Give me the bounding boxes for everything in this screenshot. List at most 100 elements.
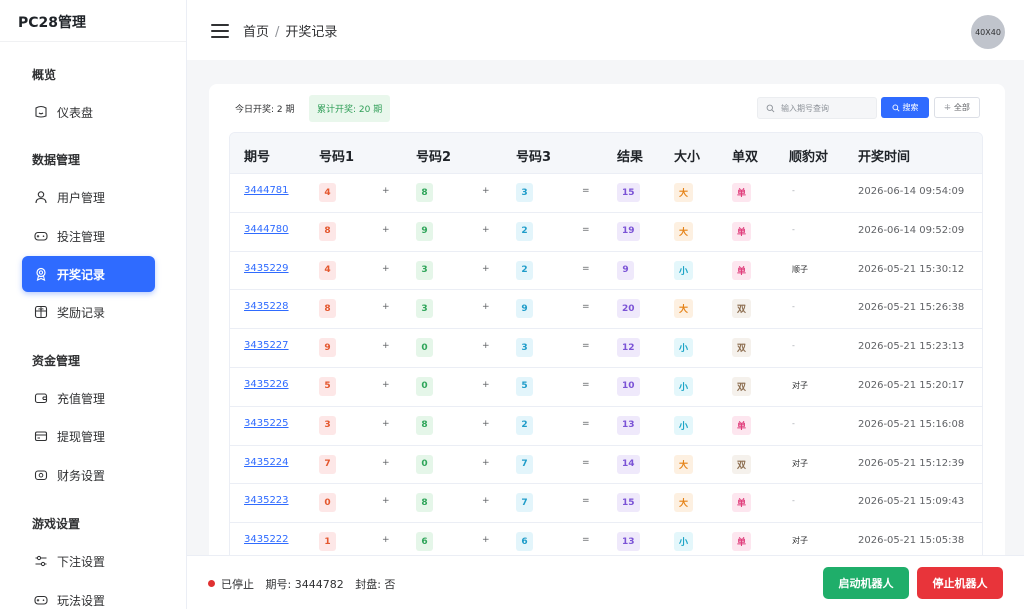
plus-sign: + xyxy=(482,224,490,235)
table-row: 3435225 3 +8 +2 = 13 小 单 - 2026-05-21 15:16:08 xyxy=(230,407,982,446)
plus-sign: + xyxy=(482,186,490,196)
number2-badge: 8 xyxy=(416,493,433,513)
plus-sign: + xyxy=(482,302,490,313)
issue-link[interactable]: 3435222 xyxy=(244,534,289,545)
number3-badge: 3 xyxy=(516,183,533,202)
sidebar-item-label: 财务设置 xyxy=(57,468,106,483)
total-draw-count: 累计开奖: 20 期 xyxy=(309,95,391,122)
plus-sign: + xyxy=(382,263,390,274)
parity-badge: 单 xyxy=(732,493,752,513)
number2-badge: 8 xyxy=(416,415,433,435)
parity-badge: 双 xyxy=(732,454,752,474)
parity-badge: 单 xyxy=(732,415,752,435)
result-badge: 15 xyxy=(617,493,640,513)
equals-sign: = xyxy=(582,263,590,274)
parity-badge: 单 xyxy=(732,221,752,241)
parity-badge: 双 xyxy=(732,376,752,396)
sidebar-item-bet-settings[interactable]: 下注设置 xyxy=(22,543,155,579)
parity-badge: 单 xyxy=(732,183,752,202)
sidebar-item-dashboard[interactable]: 仪表盘 xyxy=(22,94,155,130)
col-result: 结果 xyxy=(617,150,644,165)
issue-link[interactable]: 3435223 xyxy=(244,495,289,506)
equals-sign: = xyxy=(582,341,590,352)
breadcrumb: 首页 / 开奖记录 xyxy=(243,21,337,40)
issue-link[interactable]: 3435224 xyxy=(244,457,289,468)
robot-issue-text: 期号: 3444782 xyxy=(265,578,344,591)
size-badge: 大 xyxy=(674,493,694,513)
sidebar-item-label: 奖励记录 xyxy=(57,305,106,320)
sidebar-item-label: 下注设置 xyxy=(57,554,106,569)
plus-sign: + xyxy=(382,186,390,196)
breadcrumb-home[interactable]: 首页 xyxy=(243,25,269,40)
today-draw-count: 今日开奖: 2 期 xyxy=(235,105,295,115)
show-all-button[interactable]: ⁜ 全部 xyxy=(934,97,980,118)
search-input[interactable] xyxy=(781,103,871,113)
result-badge: 12 xyxy=(617,338,640,358)
draw-time: 2026-05-21 15:16:08 xyxy=(858,418,965,430)
search-icon xyxy=(766,104,775,112)
draw-records-card: 今日开奖: 2 期 累计开奖: 20 期 搜索 ⁜ 全部 期号 号码1 号码2 … xyxy=(209,84,1005,564)
sidebar-item-withdraw[interactable]: 提现管理 xyxy=(22,418,155,454)
plus-sign: + xyxy=(382,379,390,390)
number1-badge: 8 xyxy=(319,299,336,319)
issue-link[interactable]: 3444780 xyxy=(244,224,289,235)
combo-text: - xyxy=(792,186,795,195)
plus-sign: + xyxy=(482,496,490,507)
sidebar-item-users[interactable]: 用户管理 xyxy=(22,179,155,215)
stop-robot-button[interactable]: 停止机器人 xyxy=(917,567,1003,599)
status-dot-icon xyxy=(208,580,215,587)
wallet-icon xyxy=(34,391,48,405)
equals-sign: = xyxy=(582,496,590,507)
equals-sign: = xyxy=(582,457,590,468)
size-badge: 大 xyxy=(674,183,694,202)
sidebar-item-bets[interactable]: 投注管理 xyxy=(22,218,155,254)
nav-group-data: 数据管理 xyxy=(32,153,81,167)
table-row: 3435223 0 +8 +7 = 15 大 单 - 2026-05-21 15:09:43 xyxy=(230,484,982,524)
issue-link[interactable]: 3435228 xyxy=(244,301,289,312)
sidebar-item-play-settings[interactable]: 玩法设置 xyxy=(22,582,155,609)
number2-badge: 0 xyxy=(416,454,433,474)
search-icon xyxy=(892,104,900,112)
number3-badge: 7 xyxy=(516,454,533,474)
plus-sign: + xyxy=(382,535,390,546)
result-badge: 13 xyxy=(617,532,640,552)
issue-link[interactable]: 3435227 xyxy=(244,340,289,351)
dashboard-icon xyxy=(34,105,48,119)
sidebar-item-rewards[interactable]: 奖励记录 xyxy=(22,294,155,330)
number3-badge: 7 xyxy=(516,493,533,513)
result-badge: 14 xyxy=(617,454,640,474)
equals-sign: = xyxy=(582,379,590,390)
search-button[interactable]: 搜索 xyxy=(881,97,929,118)
avatar[interactable]: 40X40 xyxy=(971,15,1005,49)
app-title: PC28管理 xyxy=(0,0,186,42)
issue-link[interactable]: 3444781 xyxy=(244,185,289,196)
table-row: 3435228 8 +3 +9 = 20 大 双 - 2026-05-21 15:26:38 xyxy=(230,290,982,330)
start-robot-button[interactable]: 启动机器人 xyxy=(823,567,909,599)
draw-time: 2026-05-21 15:12:39 xyxy=(858,457,965,469)
sidebar-item-label: 提现管理 xyxy=(57,429,106,444)
award-icon xyxy=(34,267,48,281)
sidebar-item-recharge[interactable]: 充值管理 xyxy=(22,380,155,416)
number3-badge: 5 xyxy=(516,376,533,396)
sidebar-item-finance[interactable]: 财务设置 xyxy=(22,457,155,493)
issue-link[interactable]: 3435226 xyxy=(244,379,289,390)
number3-badge: 9 xyxy=(516,299,533,319)
sidebar-item-label: 玩法设置 xyxy=(57,593,106,608)
number2-badge: 0 xyxy=(416,376,433,396)
result-badge: 13 xyxy=(617,415,640,435)
menu-toggle-icon[interactable] xyxy=(211,24,229,38)
top-header: 首页 / 开奖记录 40X40 xyxy=(187,0,1024,60)
equals-sign: = xyxy=(582,535,590,546)
combo-text: 顺子 xyxy=(792,264,808,274)
sidebar-item-draw-records[interactable]: 开奖记录 xyxy=(22,256,155,292)
draw-time: 2026-05-21 15:09:43 xyxy=(858,496,965,508)
draw-time: 2026-05-21 15:23:13 xyxy=(858,341,965,353)
number1-badge: 4 xyxy=(319,183,336,202)
issue-link[interactable]: 3435229 xyxy=(244,263,289,274)
number2-badge: 9 xyxy=(416,221,433,241)
robot-footer: 已停止 期号: 3444782 封盘: 否 启动机器人 停止机器人 xyxy=(187,555,1024,609)
draw-time: 2026-05-21 15:20:17 xyxy=(858,379,965,391)
col-issue: 期号 xyxy=(244,150,271,165)
issue-link[interactable]: 3435225 xyxy=(244,418,289,429)
number1-badge: 5 xyxy=(319,376,336,396)
